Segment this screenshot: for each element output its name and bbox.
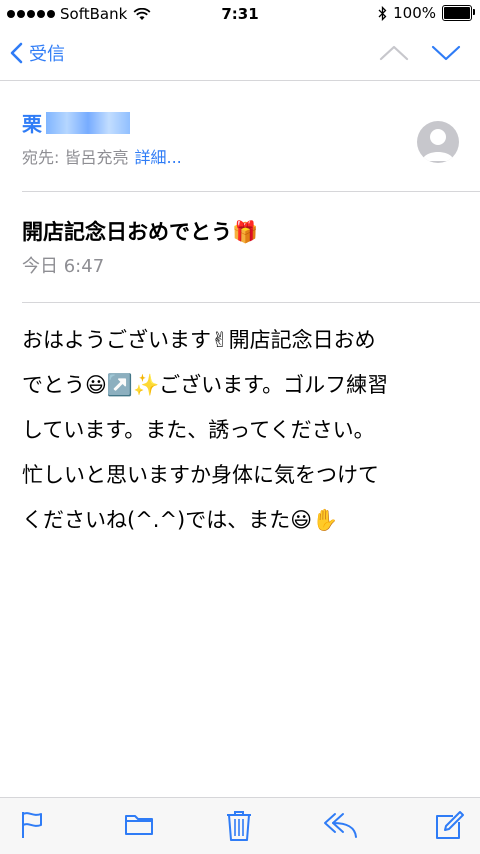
sender-name-text: 栗 — [22, 112, 42, 136]
bluetooth-icon — [378, 5, 387, 21]
avatar[interactable] — [417, 121, 459, 163]
reply-button[interactable] — [323, 810, 359, 844]
nav-bar: 受信 — [0, 30, 480, 81]
flag-button[interactable] — [20, 810, 44, 844]
body-line: くださいね(^.^)では、また😃✋ — [22, 508, 339, 532]
divider — [22, 191, 480, 192]
details-link[interactable]: 詳細... — [134, 148, 181, 167]
folder-icon — [125, 815, 153, 835]
message-subject: 開店記念日おめでとう🎁 — [22, 220, 259, 244]
sender-name[interactable]: 栗 — [22, 108, 130, 137]
body-line: 忙しいと思いますか身体に気をつけて — [22, 463, 379, 487]
battery-fill — [444, 7, 470, 19]
bottom-toolbar — [0, 797, 480, 854]
sender-header: 栗 宛先: 皆呂充亮 詳細... — [0, 81, 480, 191]
back-label: 受信 — [29, 44, 65, 65]
compose-icon — [436, 811, 464, 839]
to-label: 宛先: 皆呂充亮 — [22, 148, 129, 167]
person-icon — [422, 129, 454, 161]
redacted-name-block — [46, 111, 130, 134]
body-line: しています。また、誘ってください。 — [22, 418, 375, 442]
chevron-up-icon — [379, 45, 409, 61]
compose-button[interactable] — [433, 810, 465, 846]
recipients-line: 宛先: 皆呂充亮 詳細... — [22, 144, 182, 168]
flag-icon — [22, 812, 42, 838]
message-date: 今日 6:47 — [22, 256, 105, 277]
message-body: おはようございます✌開店記念日おめ でとう😃↗️✨ございます。ゴルフ練習 してい… — [22, 318, 462, 543]
reply-icon — [324, 813, 357, 838]
battery-icon — [442, 5, 475, 21]
chevron-down-icon — [431, 45, 461, 61]
trash-icon — [227, 811, 251, 841]
status-right: 100% — [378, 4, 475, 22]
previous-message-button[interactable] — [379, 43, 409, 67]
divider — [22, 302, 480, 303]
status-bar: SoftBank 7:31 100% — [0, 0, 480, 30]
back-button[interactable]: 受信 — [10, 40, 65, 66]
move-to-folder-button[interactable] — [124, 810, 154, 842]
chevron-left-icon — [10, 42, 23, 64]
next-message-button[interactable] — [431, 43, 461, 67]
trash-button[interactable] — [226, 810, 252, 846]
body-line: おはようございます✌開店記念日おめ — [22, 328, 376, 352]
body-line: でとう😃↗️✨ございます。ゴルフ練習 — [22, 373, 389, 397]
battery-percent: 100% — [393, 4, 436, 22]
